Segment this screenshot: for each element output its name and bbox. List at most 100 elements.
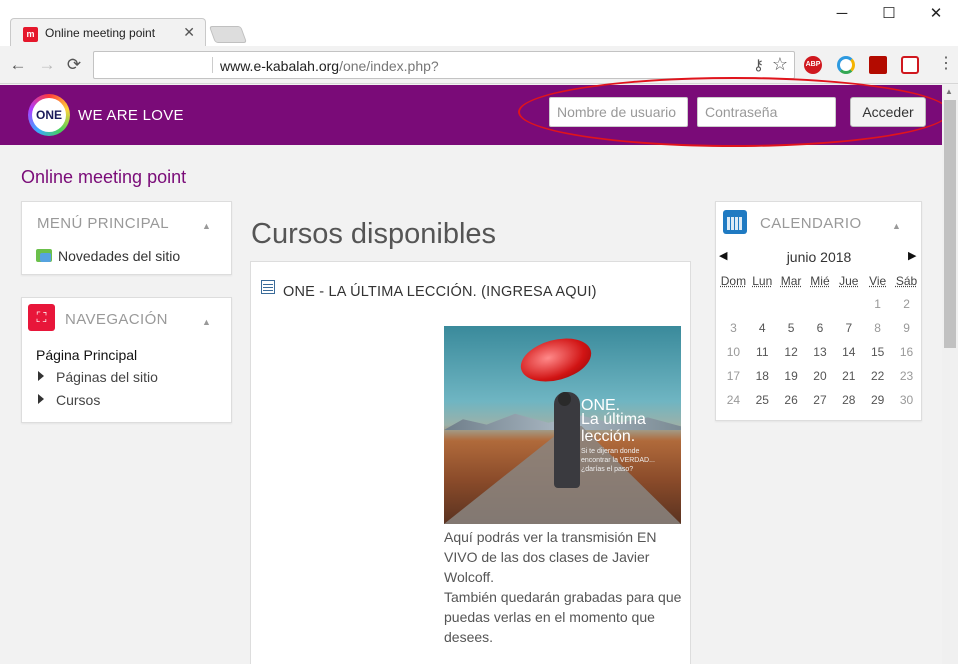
browser-menu-icon[interactable]: ⋮ (938, 54, 954, 74)
tab-title: Online meeting point (45, 26, 156, 40)
calendar-day (834, 292, 863, 316)
calendar-day[interactable]: 6 (806, 316, 835, 340)
course-image[interactable]: ONE. La última lección. Si te dijeran do… (444, 326, 681, 524)
address-separator (212, 57, 213, 73)
course-card: ONE - LA ÚLTIMA LECCIÓN. (INGRESA AQUI) … (250, 261, 691, 664)
next-month-icon[interactable]: ▶ (908, 249, 916, 262)
login-button[interactable]: Acceder (850, 97, 926, 127)
calendar-day[interactable]: 16 (892, 340, 921, 364)
pocket-icon[interactable] (901, 56, 919, 74)
adblock-icon[interactable]: ABP (804, 56, 822, 74)
collapse-caret-icon[interactable]: ▲ (202, 317, 211, 327)
calendar-day[interactable]: 27 (806, 388, 835, 412)
extension-ring-icon[interactable] (837, 56, 855, 74)
bookmark-star-icon[interactable]: ☆ (772, 54, 788, 75)
calendar-day[interactable]: 30 (892, 388, 921, 412)
calendar-day[interactable]: 21 (834, 364, 863, 388)
calendar-day[interactable]: 13 (806, 340, 835, 364)
calendar-weekday: Mié (810, 274, 830, 288)
nav-item-label: Páginas del sitio (56, 369, 158, 385)
calendar-day[interactable]: 14 (834, 340, 863, 364)
calendar-weekday: Jue (839, 274, 859, 288)
image-caption-line2: La última (581, 411, 646, 428)
calendar-day (777, 292, 806, 316)
image-tagline-3: ¿darías el paso? (581, 466, 634, 473)
calendar-day[interactable]: 19 (777, 364, 806, 388)
brand-slogan: WE ARE LOVE (78, 107, 184, 124)
calendar-day[interactable]: 9 (892, 316, 921, 340)
calendar-icon (723, 210, 747, 234)
new-tab-button[interactable] (208, 26, 248, 43)
maximize-button[interactable]: ☐ (869, 3, 909, 25)
nav-item-courses[interactable]: Cursos (38, 392, 100, 408)
browser-tab[interactable]: m Online meeting point ✕ (10, 18, 206, 46)
calendar-day[interactable]: 12 (777, 340, 806, 364)
nav-home-link[interactable]: Página Principal (36, 347, 137, 363)
calendar-day[interactable]: 11 (748, 340, 777, 364)
one-logo[interactable]: ONE (28, 94, 70, 136)
calendar-days: 1 2 3 4 5 6 7 8 9 10 11 12 13 14 15 16 17 18 19 20 21 22 23 24 2… (719, 292, 921, 412)
pdf-icon[interactable] (869, 56, 887, 74)
news-icon (36, 249, 52, 262)
tab-close-icon[interactable]: ✕ (183, 24, 195, 41)
calendar-weekday: Sáb (895, 274, 918, 288)
expand-triangle-icon[interactable] (38, 371, 44, 381)
course-title-link[interactable]: ONE - LA ÚLTIMA LECCIÓN. (INGRESA AQUI) (283, 284, 597, 300)
site-favicon-icon: m (23, 27, 38, 42)
calendar-day[interactable]: 28 (834, 388, 863, 412)
calendar-week: 3456789 (719, 316, 921, 340)
collapse-caret-icon[interactable]: ▲ (892, 221, 901, 231)
expand-triangle-icon[interactable] (38, 394, 44, 404)
calendar-day[interactable]: 23 (892, 364, 921, 388)
calendar-day (748, 292, 777, 316)
calendar-day[interactable]: 1 (863, 292, 892, 316)
walking-person-shape (554, 392, 580, 488)
red-pill-shape (516, 331, 596, 389)
course-summary: Aquí podrás ver la transmisión EN VIVO d… (444, 527, 684, 647)
calendar-day[interactable]: 17 (719, 364, 748, 388)
url-text: www.e-kabalah.org/one/index.php? (220, 58, 439, 74)
calendar-grid: Dom Lun Mar Mié Jue Vie Sáb 1 2 3 4 5 6 7 8 9 10 11 12 13 1… (719, 270, 921, 412)
main-menu-title: MENÚ PRINCIPAL (37, 215, 170, 232)
calendar-day[interactable]: 5 (777, 316, 806, 340)
key-icon[interactable]: ⚷ (753, 56, 764, 74)
calendar-day[interactable]: 22 (863, 364, 892, 388)
minimize-button[interactable]: ─ (822, 3, 862, 25)
menu-item-news[interactable]: Novedades del sitio (58, 248, 180, 264)
calendar-day[interactable]: 25 (748, 388, 777, 412)
reload-button[interactable]: ⟳ (62, 53, 86, 77)
calendar-day (806, 292, 835, 316)
previous-month-icon[interactable]: ◀ (719, 249, 727, 262)
scroll-up-icon[interactable]: ▲ (945, 87, 953, 96)
calendar-day[interactable]: 26 (777, 388, 806, 412)
calendar-title: CALENDARIO (760, 215, 862, 232)
password-input[interactable] (697, 97, 836, 127)
scrollbar-thumb[interactable] (944, 100, 956, 348)
calendar-month[interactable]: junio 2018 (716, 249, 922, 265)
url-host: www.e-kabalah.org (220, 58, 340, 74)
back-button[interactable]: ← (6, 53, 30, 77)
calendar-day[interactable]: 10 (719, 340, 748, 364)
calendar-day[interactable]: 20 (806, 364, 835, 388)
address-bar[interactable]: www.e-kabalah.org/one/index.php? ⚷ ☆ (93, 51, 795, 79)
username-input[interactable] (549, 97, 688, 127)
forward-button[interactable]: → (35, 53, 59, 77)
calendar-day[interactable]: 7 (834, 316, 863, 340)
nav-item-label: Cursos (56, 392, 101, 408)
nav-item-site-pages[interactable]: Páginas del sitio (38, 369, 158, 385)
close-window-button[interactable]: ✕ (916, 3, 956, 25)
calendar-day[interactable]: 2 (892, 292, 921, 316)
calendar-day[interactable]: 4 (748, 316, 777, 340)
logo-text: ONE (32, 98, 66, 132)
calendar-day[interactable]: 29 (863, 388, 892, 412)
calendar-day[interactable]: 15 (863, 340, 892, 364)
calendar-day[interactable]: 3 (719, 316, 748, 340)
calendar-day[interactable]: 8 (863, 316, 892, 340)
calendar-day[interactable]: 24 (719, 388, 748, 412)
collapse-caret-icon[interactable]: ▲ (202, 221, 211, 231)
calendar-weekday: Mar (780, 274, 802, 288)
calendar-weekday: Vie (869, 274, 887, 288)
calendar-day[interactable]: 18 (748, 364, 777, 388)
calendar-week: 17 18 19 20 21 22 23 (719, 364, 921, 388)
site-title[interactable]: Online meeting point (21, 167, 186, 188)
